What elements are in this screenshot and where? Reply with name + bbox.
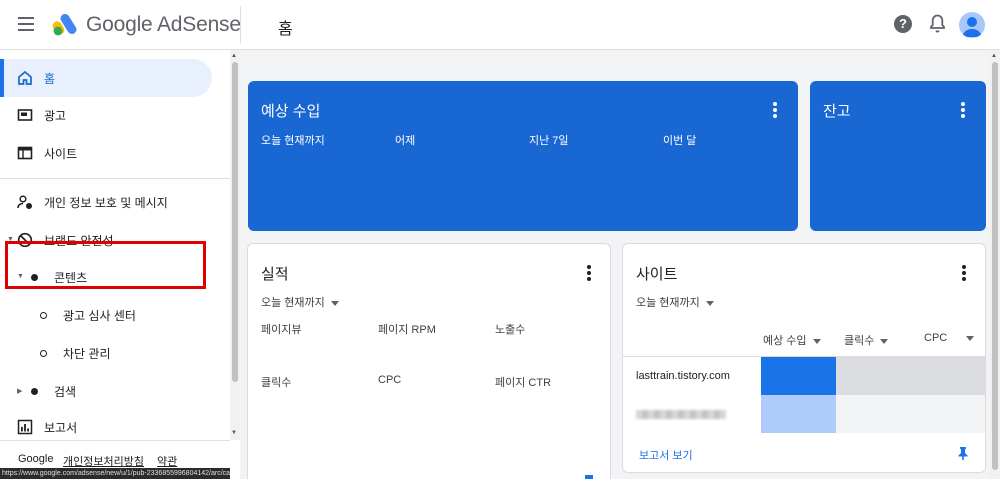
clicks-cpc-heat-cell (836, 357, 985, 395)
sidebar-item-label: 검색 (54, 384, 77, 399)
earnings-col-this-month: 이번 달 (663, 135, 697, 147)
sidebar-item-search[interactable]: ▶ 검색 (0, 372, 230, 410)
sidebar-item-label: 광고 심사 센터 (63, 308, 136, 323)
sidebar-item-label: 보고서 (44, 420, 78, 435)
sidebar-item-label: 광고 (44, 108, 67, 123)
top-app-bar: Google AdSense 홈 ? (0, 0, 1000, 50)
sort-clicks[interactable]: 클릭수 (844, 332, 888, 348)
footer-google: Google (18, 453, 54, 465)
pin-icon-partial (585, 475, 593, 479)
sidebar-divider (0, 178, 230, 179)
blurred-site-domain (636, 410, 726, 419)
balance-card: 잔고 (810, 81, 986, 231)
terms-link[interactable]: 약관 (157, 453, 177, 469)
scroll-down-arrow-icon[interactable]: ▼ (231, 430, 237, 436)
metric-impressions: 노출수 (495, 324, 526, 336)
scroll-up-arrow-icon[interactable]: ▲ (231, 53, 237, 59)
privacy-policy-link[interactable]: 개인정보처리방침 (63, 453, 144, 469)
notifications-bell-icon[interactable] (929, 14, 946, 34)
earnings-card-title: 예상 수입 (261, 103, 321, 120)
view-report-link[interactable]: 보고서 보기 (639, 447, 693, 463)
earnings-heat-cell (761, 395, 836, 433)
active-indicator (0, 59, 4, 97)
highlight-annotation-box (5, 241, 206, 289)
sidebar-item-ads[interactable]: 광고 (0, 96, 230, 134)
metric-pageviews: 페이지뷰 (261, 324, 302, 336)
more-vert-icon[interactable] (773, 102, 777, 120)
pin-icon[interactable] (957, 446, 969, 460)
menu-icon[interactable] (18, 17, 34, 31)
metric-page-rpm: 페이지 RPM (378, 324, 436, 336)
main-content: 예상 수입 오늘 현재까지 어제 지난 7일 이번 달 잔고 실적 오늘 현재까… (240, 50, 990, 479)
table-row[interactable] (623, 395, 985, 433)
earnings-col-yesterday: 어제 (395, 135, 416, 147)
sidebar-item-label: 홈 (44, 71, 56, 86)
home-icon (18, 70, 32, 85)
sidebar-scrollbar[interactable]: ▲ ▼ (230, 50, 240, 440)
site-domain: lasttrain.tistory.com (636, 370, 730, 382)
more-vert-icon[interactable] (961, 102, 965, 120)
earnings-col-last7days: 지난 7일 (529, 135, 569, 147)
metric-cpc: CPC (378, 374, 402, 386)
cpc-dropdown-arrow-icon[interactable] (966, 332, 974, 344)
main-scrollbar[interactable]: ▲ (990, 50, 1000, 479)
clicks-cpc-heat-cell (836, 395, 985, 433)
earnings-card: 예상 수입 오늘 현재까지 어제 지난 7일 이번 달 (248, 81, 798, 231)
performance-range-dropdown[interactable]: 오늘 현재까지 (261, 294, 339, 310)
browser-status-url: https://www.google.com/adsense/new/u/1/p… (0, 468, 230, 479)
help-icon[interactable]: ? (894, 15, 912, 33)
sort-estimated-earnings[interactable]: 예상 수입 (763, 332, 821, 348)
metric-page-ctr: 페이지 CTR (495, 377, 552, 389)
header-divider (240, 6, 241, 44)
sidebar-item-sites[interactable]: 사이트 (0, 134, 230, 172)
sidebar-item-label: 사이트 (44, 146, 78, 161)
sidebar-scrollbar-thumb[interactable] (232, 62, 238, 382)
earnings-heat-cell (761, 357, 836, 395)
sidebar-item-blocking[interactable]: 차단 관리 (0, 334, 230, 372)
table-row[interactable]: lasttrain.tistory.com (623, 357, 985, 395)
sidebar-item-label: 차단 관리 (63, 346, 111, 361)
metric-clicks: 클릭수 (261, 377, 292, 389)
earnings-col-today: 오늘 현재까지 (261, 135, 325, 147)
scroll-up-arrow-icon[interactable]: ▲ (991, 53, 997, 59)
more-vert-icon[interactable] (587, 265, 591, 283)
performance-card: 실적 오늘 현재까지 페이지뷰 페이지 RPM 노출수 클릭수 CPC 페이지 … (247, 243, 611, 479)
sidebar-item-label: 개인 정보 보호 및 메시지 (44, 195, 168, 210)
ads-icon (17, 109, 33, 121)
sidebar-item-home[interactable]: 홈 (0, 59, 212, 97)
reports-chart-icon (17, 419, 33, 435)
balance-card-title: 잔고 (823, 103, 851, 120)
privacy-person-icon (17, 195, 32, 209)
main-scrollbar-thumb[interactable] (992, 62, 998, 470)
collapse-arrow-icon[interactable]: ▶ (17, 387, 22, 395)
performance-card-title: 실적 (261, 266, 289, 283)
bullet-dot-icon (31, 388, 38, 395)
sidebar-item-ad-review-center[interactable]: 광고 심사 센터 (0, 296, 200, 334)
page-title: 홈 (278, 21, 293, 38)
bullet-ring-icon (40, 350, 47, 357)
bullet-ring-icon (40, 312, 47, 319)
adsense-logo-icon (52, 13, 77, 36)
sites-range-dropdown[interactable]: 오늘 현재까지 (636, 294, 714, 310)
person-icon (962, 17, 982, 37)
sites-icon (17, 146, 33, 160)
brand-name: Google AdSense (86, 13, 241, 36)
sort-cpc[interactable]: CPC (924, 332, 947, 344)
sites-card: 사이트 오늘 현재까지 예상 수입 클릭수 CPC lasttrain.tist… (622, 243, 986, 473)
account-avatar[interactable] (959, 12, 985, 38)
more-vert-icon[interactable] (962, 265, 966, 283)
sites-card-title: 사이트 (636, 266, 678, 283)
sidebar-item-privacy[interactable]: 개인 정보 보호 및 메시지 (0, 183, 230, 221)
